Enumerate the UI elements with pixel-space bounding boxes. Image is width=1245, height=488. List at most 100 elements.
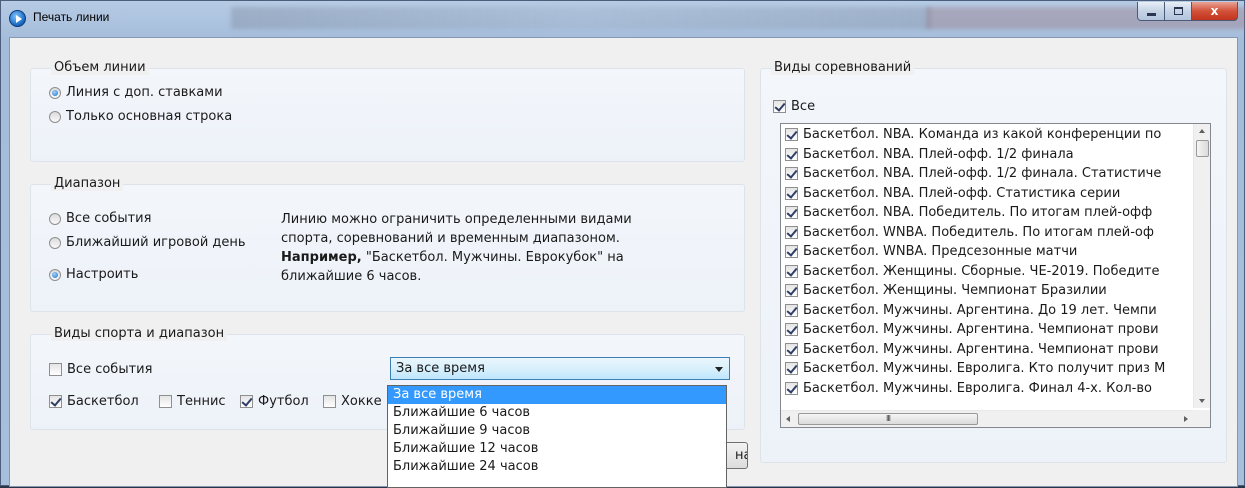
scroll-up-icon[interactable] bbox=[1199, 129, 1205, 133]
dropdown-option[interactable]: За все время bbox=[388, 386, 726, 404]
minimize-icon bbox=[1146, 12, 1156, 16]
checkbox-icon bbox=[785, 284, 798, 298]
list-item[interactable]: Баскетбол. Мужчины. Евролига. Финал 4-х.… bbox=[781, 379, 1199, 399]
list-item-label: Баскетбол. NBA. Плей-офф. 1/2 финала bbox=[803, 146, 1074, 162]
maximize-icon bbox=[1173, 7, 1183, 15]
checkbox-icon bbox=[785, 245, 798, 259]
list-item-label: Баскетбол. WNBA. Предсезонные матчи bbox=[803, 244, 1078, 260]
dropdown-option[interactable]: Ближайшие 6 часов bbox=[388, 404, 726, 422]
help-line: ближайшие 6 часов. bbox=[281, 269, 422, 284]
chevron-down-icon[interactable] bbox=[715, 367, 723, 372]
list-item[interactable]: Баскетбол. NBA. Победитель. По итогам пл… bbox=[781, 203, 1199, 223]
radio-icon bbox=[49, 212, 61, 225]
list-item-label: Баскетбол. WNBA. Победитель. По итогам п… bbox=[803, 224, 1154, 240]
help-line: Например, "Баскетбол. Мужчины. Еврокубок… bbox=[281, 248, 701, 267]
list-item[interactable]: Баскетбол. Мужчины. Аргентина. Чемпионат… bbox=[781, 320, 1199, 340]
radio-icon bbox=[49, 268, 61, 281]
radio-customize[interactable]: Настроить bbox=[49, 267, 138, 282]
checkbox-icon bbox=[785, 186, 798, 200]
scroll-thumb[interactable] bbox=[1196, 140, 1209, 157]
radio-label: Все события bbox=[66, 211, 152, 226]
window-title: Печать линии bbox=[33, 10, 110, 24]
list-item-label: Баскетбол. NBA. Команда из какой конфере… bbox=[803, 127, 1162, 143]
dropdown-option[interactable]: Ближайшие 12 часов bbox=[388, 440, 726, 458]
radio-nearest-game-day[interactable]: Ближайший игровой день bbox=[49, 235, 246, 250]
radio-label: Линия с доп. ставками bbox=[66, 85, 223, 100]
radio-main-line-only[interactable]: Только основная строка bbox=[49, 109, 232, 124]
list-item[interactable]: Баскетбол. NBA. Плей-офф. 1/2 финала. Ст… bbox=[781, 164, 1199, 184]
horizontal-scrollbar[interactable]: III bbox=[781, 410, 1193, 427]
volume-group: Объем линии Линия с доп. ставками Только… bbox=[30, 60, 745, 162]
checkbox-icon bbox=[773, 100, 786, 113]
checkbox-icon bbox=[240, 395, 253, 408]
checkbox-label: Все события bbox=[67, 362, 153, 377]
checkbox-icon bbox=[785, 128, 798, 142]
competitions-group-label: Виды соревнований bbox=[771, 60, 915, 75]
checkbox-icon bbox=[785, 342, 798, 356]
radio-line-with-extra[interactable]: Линия с доп. ставками bbox=[49, 85, 223, 100]
app-icon bbox=[9, 10, 26, 27]
time-range-combo[interactable]: За все время bbox=[390, 357, 730, 380]
scroll-left-icon[interactable] bbox=[786, 416, 790, 422]
help-bold: Например, bbox=[281, 250, 362, 265]
vertical-scrollbar[interactable] bbox=[1193, 124, 1210, 408]
list-item-label: Баскетбол. Мужчины. Евролига. Кто получи… bbox=[803, 361, 1166, 377]
list-item[interactable]: Баскетбол. Мужчины. Евролига. Кто получи… bbox=[781, 359, 1199, 379]
combo-selected-value: За все время bbox=[396, 361, 485, 376]
checkbox-hockey[interactable]: Хокке bbox=[323, 394, 382, 409]
list-item[interactable]: Баскетбол. Женщины. Сборные. ЧЕ-2019. По… bbox=[781, 262, 1199, 282]
checkbox-icon bbox=[785, 323, 798, 337]
list-item[interactable]: Баскетбол. Мужчины. Аргентина. Чемпионат… bbox=[781, 340, 1199, 360]
scroll-down-icon[interactable] bbox=[1199, 399, 1205, 403]
competitions-list-items: Баскетбол. NBA. Команда из какой конфере… bbox=[781, 125, 1199, 398]
sports-group-label: Виды спорта и диапазон bbox=[51, 326, 228, 341]
checkbox-icon bbox=[785, 264, 798, 278]
dropdown-option[interactable]: Ближайшие 9 часов bbox=[388, 422, 726, 440]
checkbox-all-competitions[interactable]: Все bbox=[773, 99, 815, 114]
checkbox-icon bbox=[785, 225, 798, 239]
help-rest: "Баскетбол. Мужчины. Еврокубок" на bbox=[361, 250, 624, 265]
list-item[interactable]: Баскетбол. NBA. Команда из какой конфере… bbox=[781, 125, 1199, 145]
checkbox-all-events[interactable]: Все события bbox=[49, 362, 152, 377]
list-item[interactable]: Баскетбол. WNBA. Предсезонные матчи bbox=[781, 242, 1199, 262]
range-group-label: Диапазон bbox=[51, 176, 124, 191]
time-range-dropdown: За все время Ближайшие 6 часов Ближайшие… bbox=[387, 385, 727, 488]
list-item-label: Баскетбол. NBA. Плей-офф. 1/2 финала. Ст… bbox=[803, 166, 1162, 182]
competitions-list[interactable]: Баскетбол. NBA. Команда из какой конфере… bbox=[780, 123, 1211, 428]
checkbox-label: Все bbox=[791, 99, 816, 114]
checkbox-basketball[interactable]: Баскетбол bbox=[49, 394, 139, 409]
list-item[interactable]: Баскетбол. Мужчины. Аргентина. До 19 лет… bbox=[781, 301, 1199, 321]
radio-label: Только основная строка bbox=[66, 109, 233, 124]
title-bar[interactable]: Печать линии x bbox=[1, 1, 1245, 37]
checkbox-football[interactable]: Футбол bbox=[240, 394, 309, 409]
checkbox-label: Хокке bbox=[341, 394, 382, 409]
checkbox-label: Баскетбол bbox=[67, 394, 139, 409]
scroll-right-icon[interactable] bbox=[1184, 416, 1188, 422]
range-help-text: Линию можно ограничить определенными вид… bbox=[281, 210, 701, 286]
list-item-label: Баскетбол. Мужчины. Аргентина. Чемпионат… bbox=[803, 341, 1159, 357]
help-line: спорта, соревнований и временным диапазо… bbox=[281, 231, 620, 246]
checkbox-icon bbox=[159, 395, 172, 408]
list-item[interactable]: Баскетбол. NBA. Плей-офф. 1/2 финала bbox=[781, 145, 1199, 165]
dialog-client-area: Объем линии Линия с доп. ставками Только… bbox=[9, 37, 1238, 488]
maximize-button[interactable] bbox=[1165, 2, 1192, 21]
checkbox-label: Футбол bbox=[258, 394, 309, 409]
scroll-thumb-horizontal[interactable]: III bbox=[798, 413, 978, 425]
checkbox-icon bbox=[785, 147, 798, 161]
list-item-label: Баскетбол. Мужчины. Евролига. Финал 4-х.… bbox=[803, 380, 1152, 396]
help-line: Линию можно ограничить определенными вид… bbox=[281, 212, 632, 227]
list-item[interactable]: Баскетбол. NBA. Плей-офф. Статистика сер… bbox=[781, 184, 1199, 204]
list-item[interactable]: Баскетбол. WNBA. Победитель. По итогам п… bbox=[781, 223, 1199, 243]
radio-label: Ближайший игровой день bbox=[66, 235, 246, 250]
dropdown-option[interactable]: Ближайшие 24 часов bbox=[388, 458, 726, 476]
list-item-label: Баскетбол. NBA. Победитель. По итогам пл… bbox=[803, 205, 1153, 221]
list-item[interactable]: Баскетбол. Женщины. Чемпионат Бразилии bbox=[781, 281, 1199, 301]
minimize-button[interactable] bbox=[1137, 2, 1165, 21]
checkbox-icon bbox=[785, 381, 798, 395]
radio-icon bbox=[49, 86, 61, 99]
radio-all-events[interactable]: Все события bbox=[49, 211, 151, 226]
close-button[interactable]: x bbox=[1192, 2, 1238, 21]
scroll-corner bbox=[1193, 410, 1210, 427]
checkbox-icon bbox=[49, 395, 62, 408]
checkbox-tennis[interactable]: Теннис bbox=[159, 394, 226, 409]
